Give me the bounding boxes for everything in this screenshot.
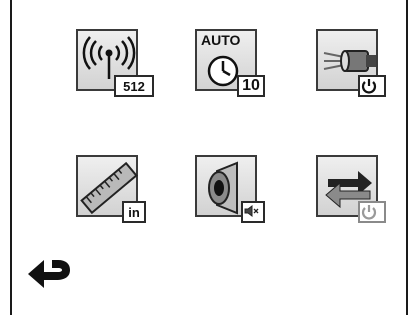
back-button[interactable] [26, 256, 74, 296]
units-setting-button[interactable]: in [76, 155, 146, 223]
volume-setting-button[interactable] [195, 155, 265, 223]
signal-value-badge: 512 [114, 75, 154, 97]
mute-badge [241, 201, 265, 223]
signal-setting-button[interactable]: 512 [76, 29, 154, 97]
flashlight-setting-button[interactable] [316, 29, 386, 97]
timer-value-badge: 10 [237, 75, 265, 97]
power-icon [361, 79, 377, 94]
mute-icon [244, 205, 259, 217]
power-icon [361, 205, 377, 220]
units-badge: in [122, 201, 146, 223]
power-badge [358, 75, 386, 97]
auto-off-timer-button[interactable]: AUTO 10 [195, 29, 265, 97]
back-arrow-icon [28, 260, 70, 288]
rotate-setting-button[interactable] [316, 155, 386, 223]
power-badge-disabled [358, 201, 386, 223]
